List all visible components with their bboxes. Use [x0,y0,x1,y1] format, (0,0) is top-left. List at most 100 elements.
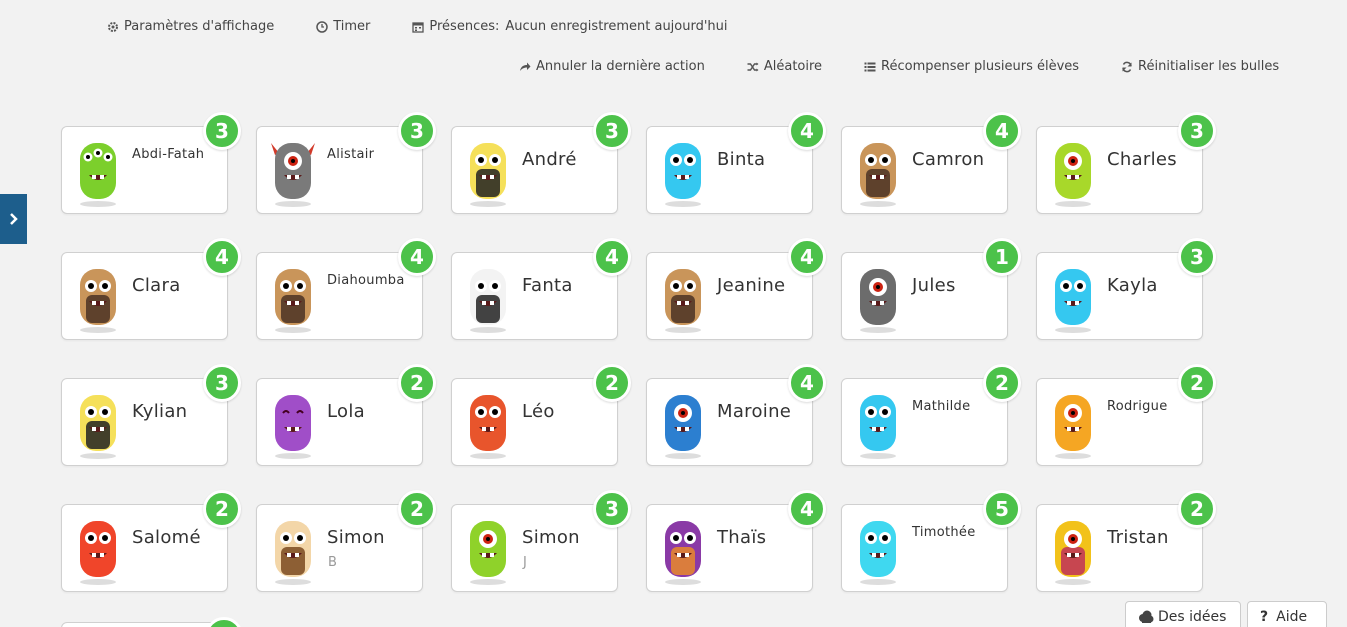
student-card[interactable]: Alistair 3 [256,112,436,214]
monster-avatar-icon [665,269,701,333]
student-name: Timothée [912,525,976,540]
student-name: Charles [1107,149,1177,170]
student-card[interactable]: André 3 [451,112,631,214]
random-button[interactable]: Aléatoire [747,59,822,74]
monster-avatar-icon [860,269,896,333]
student-card-partial[interactable] [61,622,228,627]
share-arrow-icon [520,62,531,71]
student-row: Salomé 2 Simon B 2 Simon J 3 Thaïs 4 Timothée 5… [61,490,1231,592]
student-card[interactable]: Rodrigue 2 [1036,364,1216,466]
student-name: Simon [327,527,385,548]
student-card[interactable]: Simon J 3 [451,490,631,592]
undo-button[interactable]: Annuler la dernière action [519,59,705,74]
ideas-button[interactable]: Des idées [1125,601,1241,627]
points-badge: 3 [203,364,241,402]
monster-avatar-icon [470,395,506,459]
student-card[interactable]: Abdi-Fatah 3 [61,112,241,214]
student-name: Tristan [1107,527,1169,548]
points-badge: 3 [398,112,436,150]
brown-hamster-avatar [655,259,711,333]
student-name: Camron [912,149,985,170]
student-name: Lola [327,401,365,422]
student-card[interactable]: Kayla 3 [1036,238,1216,340]
student-card[interactable]: Jeanine 4 [646,238,826,340]
refresh-icon [1122,61,1132,72]
points-badge: 3 [593,112,631,150]
monster-avatar-icon [275,521,311,585]
student-card[interactable]: Jules 1 [841,238,1021,340]
student-name: Diahoumba [327,273,405,288]
points-badge: 4 [203,238,241,276]
monster-avatar-icon [80,143,116,207]
monster-avatar-icon [80,269,116,333]
student-card[interactable]: Salomé 2 [61,490,241,592]
student-card[interactable]: Kylian 3 [61,364,241,466]
monster-avatar-icon [1055,395,1091,459]
yellow-black-bear-avatar [460,133,516,207]
student-card[interactable]: Tristan 2 [1036,490,1216,592]
points-badge: 4 [983,112,1021,150]
points-badge: 4 [788,490,826,528]
student-name: Simon [522,527,580,548]
student-card[interactable]: Maroine 4 [646,364,826,466]
student-card[interactable]: Fanta 4 [451,238,631,340]
monster-avatar-icon [470,143,506,207]
student-card[interactable]: Thaïs 4 [646,490,826,592]
sidebar-toggle-button[interactable] [0,194,27,244]
attendance-label: Présences: [429,19,500,34]
student-name: Maroine [717,401,792,422]
points-badge: 2 [203,490,241,528]
gear-icon [108,21,118,32]
student-card[interactable]: Lola 2 [256,364,436,466]
student-card[interactable]: Diahoumba 4 [256,238,436,340]
student-name: Thaïs [717,527,767,548]
reset-bubbles-button[interactable]: Réinitialiser les bulles [1121,59,1279,74]
grey-horned-cyclops-avatar [265,133,321,207]
student-name: Kayla [1107,275,1158,296]
student-card[interactable]: Timothée 5 [841,490,1021,592]
student-card[interactable]: Camron 4 [841,112,1021,214]
yellow-octopus-cyclops-avatar [1045,511,1101,585]
student-name: Alistair [327,147,375,162]
help-label: Aide [1276,609,1308,625]
help-button[interactable]: ? Aide [1247,601,1327,627]
reward-multiple-label: Récompenser plusieurs élèves [881,59,1080,74]
points-badge: 3 [203,112,241,150]
points-badge: 4 [788,364,826,402]
points-badge: 2 [398,364,436,402]
blue-fuzzy-monster-avatar [655,133,711,207]
monster-avatar-icon [80,395,116,459]
monster-avatar-icon [1055,269,1091,333]
points-badge: 4 [788,112,826,150]
monster-avatar-icon [860,521,896,585]
student-card[interactable]: Charles 3 [1036,112,1216,214]
brown-hamster-avatar [70,259,126,333]
student-card[interactable]: Mathilde 2 [841,364,1021,466]
brown-hamster-avatar [265,259,321,333]
monster-avatar-icon [470,269,506,333]
monster-avatar-icon [1055,521,1091,585]
timer-button[interactable]: Timer [316,19,370,34]
student-card[interactable]: Clara 4 [61,238,241,340]
student-card[interactable]: Léo 2 [451,364,631,466]
display-settings-button[interactable]: Paramètres d'affichage [107,19,274,34]
student-card[interactable]: Binta 4 [646,112,826,214]
chevron-right-icon [9,213,18,225]
points-badge: 3 [1178,112,1216,150]
points-badge: 2 [1178,364,1216,402]
monster-avatar-icon [860,143,896,207]
student-name: Binta [717,149,766,170]
blue-fuzzy-monster-avatar [850,385,906,459]
student-name: Léo [522,401,555,422]
reward-multiple-button[interactable]: Récompenser plusieurs élèves [864,59,1079,74]
student-card[interactable]: Simon B 2 [256,490,436,592]
undo-label: Annuler la dernière action [536,59,705,74]
timer-label: Timer [333,19,371,34]
student-name: Kylian [132,401,188,422]
student-name: Mathilde [912,399,971,414]
attendance-button[interactable]: Présences: Aucun enregistrement aujourd'… [412,19,728,34]
calendar-icon [412,21,425,33]
top-toolbar: Paramètres d'affichage Timer Présences: … [107,19,770,34]
green-three-eyed-monster-avatar [70,133,126,207]
question-icon: ? [1260,609,1269,625]
